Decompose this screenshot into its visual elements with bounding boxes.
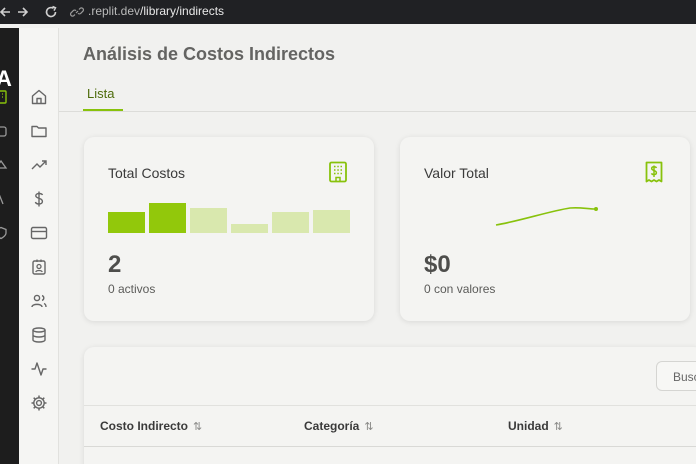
back-arrow-icon[interactable]	[0, 3, 14, 21]
column-header-unidad[interactable]: Unidad ⇅	[508, 419, 563, 433]
valor-total-card: Valor Total $0 0 con valores	[400, 137, 690, 321]
dollar-icon[interactable]	[29, 189, 49, 209]
bar-4	[231, 224, 268, 233]
total-costos-label: Total Costos	[108, 165, 186, 181]
badge-icon[interactable]	[29, 257, 49, 277]
search-button[interactable]: Busc	[656, 361, 696, 391]
bar-1	[108, 212, 145, 233]
bar-6	[313, 210, 350, 233]
rail-slash-icon[interactable]	[0, 192, 8, 206]
table-header-divider	[84, 446, 696, 447]
rail-box-icon[interactable]	[0, 124, 8, 138]
building-icon	[329, 161, 347, 183]
link-icon	[70, 5, 84, 24]
database-icon[interactable]	[29, 325, 49, 345]
app-rail: A	[0, 28, 19, 464]
rail-shield-icon[interactable]	[0, 226, 8, 240]
url-path: /library/indirects	[140, 4, 225, 18]
rail-bell-icon[interactable]	[0, 158, 8, 172]
card-icon[interactable]	[29, 223, 49, 243]
users-icon[interactable]	[29, 291, 49, 311]
sort-icon[interactable]: ⇅	[193, 420, 202, 433]
home-icon[interactable]	[29, 87, 49, 107]
trending-icon[interactable]	[29, 155, 49, 175]
receipt-dollar-icon	[645, 161, 663, 183]
rail-logo: A	[0, 66, 12, 91]
tab-bar: Lista	[59, 84, 696, 112]
tab-lista[interactable]: Lista	[83, 84, 118, 112]
settings-icon[interactable]	[29, 393, 49, 413]
table-toolbar-divider	[84, 405, 696, 406]
reload-icon[interactable]	[42, 3, 60, 21]
total-costos-sub: 0 activos	[108, 282, 156, 296]
sparkline	[495, 206, 598, 226]
bar-2	[149, 203, 186, 233]
browser-toolbar: .replit.dev/library/indirects	[0, 0, 696, 24]
bar-3	[190, 208, 227, 233]
sort-icon[interactable]: ⇅	[554, 420, 563, 433]
total-costos-card: Total Costos 2 0 activos	[84, 137, 374, 321]
forward-arrow-icon[interactable]	[14, 3, 32, 21]
valor-total-value: $0	[424, 251, 451, 278]
activity-icon[interactable]	[29, 359, 49, 379]
bar-5	[272, 212, 309, 233]
total-costos-value: 2	[108, 251, 122, 278]
folder-icon[interactable]	[29, 121, 49, 141]
column-header-categoria[interactable]: Categoría ⇅	[304, 419, 374, 433]
tab-active-indicator	[83, 109, 123, 111]
main-content: Análisis de Costos Indirectos Lista Tota…	[59, 28, 696, 464]
column-header-label: Categoría	[304, 419, 360, 433]
icon-sidebar	[19, 28, 59, 464]
bar-chart	[108, 201, 353, 233]
valor-total-label: Valor Total	[424, 165, 489, 181]
address-bar[interactable]: .replit.dev/library/indirects	[88, 4, 224, 18]
url-host: .replit.dev	[88, 4, 141, 18]
page-title: Análisis de Costos Indirectos	[83, 44, 336, 64]
sort-icon[interactable]: ⇅	[364, 420, 373, 433]
column-header-label: Costo Indirecto	[100, 419, 189, 433]
valor-total-sub: 0 con valores	[424, 282, 496, 296]
rail-building-icon[interactable]	[0, 90, 8, 104]
column-header-label: Unidad	[508, 419, 549, 433]
costs-table-card: Busc Costo Indirecto ⇅ Categoría ⇅ Unida…	[84, 347, 696, 464]
column-header-costo-indirecto[interactable]: Costo Indirecto ⇅	[100, 419, 202, 433]
